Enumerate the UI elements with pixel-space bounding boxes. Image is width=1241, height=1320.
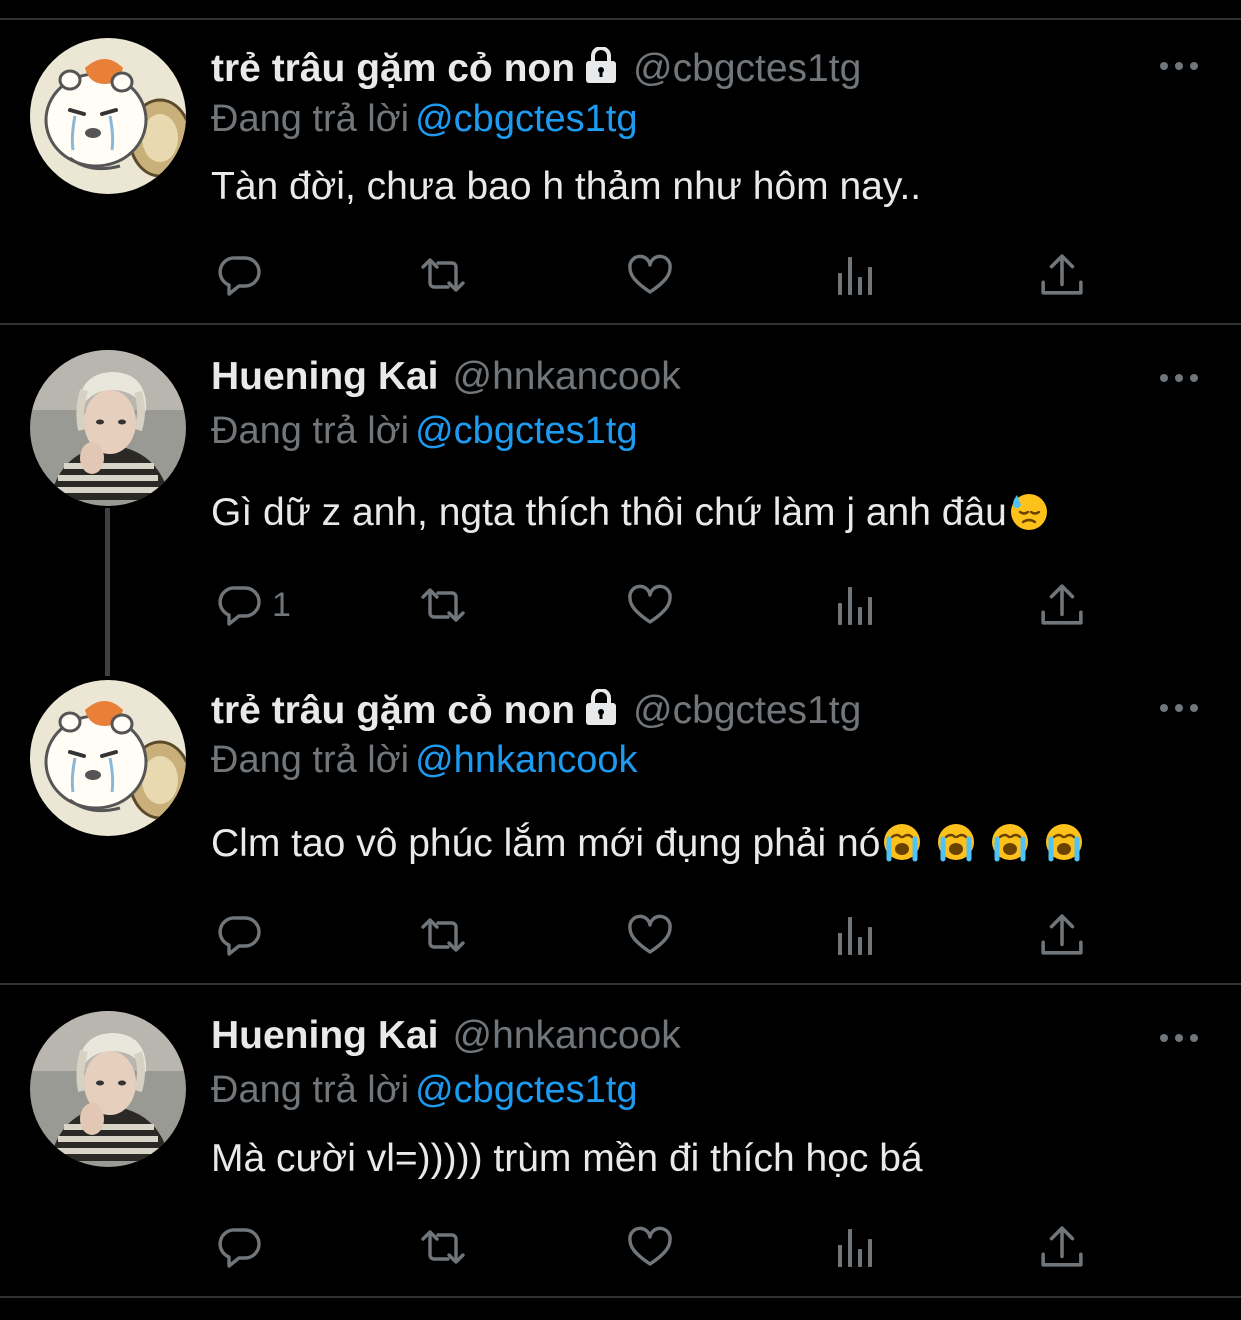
retweet-icon[interactable] [416,578,470,632]
tweet-text-content: Clm tao vô phúc lắm mới đụng phải nó [211,822,881,865]
replying-to: Đang trả lời @cbgctes1tg [211,406,637,456]
user-handle[interactable]: @hnkancook [453,355,681,398]
tweet-text: Tàn đời, chưa bao h thảm như hôm nay.. [211,162,921,212]
tweet-text-content: Mà cười vl=))))) trùm mền đi thích học b… [211,1137,923,1180]
person-photo-avatar[interactable] [30,350,186,506]
tweet-3[interactable]: trẻ trâu gặm cỏ non @cbgctes1tg Đang trả … [0,655,1241,982]
loudly-crying-emoji [990,822,1030,875]
views-icon[interactable] [836,248,876,302]
retweet-icon[interactable] [416,1220,470,1274]
replying-label: Đang trả lời [211,410,410,452]
replying-to: Đang trả lời @hnkancook [211,735,638,785]
tweet-header: trẻ trâu gặm cỏ non @cbgctes1tg [211,686,861,736]
more-options-icon[interactable] [1156,1028,1202,1048]
tweet-actions [0,1220,1241,1274]
reply-icon[interactable] [214,1220,272,1274]
person-photo-avatar[interactable] [30,1011,186,1167]
hamster-avatar[interactable] [30,680,186,836]
tweet-text: Mà cười vl=))))) trùm mền đi thích học b… [211,1134,923,1184]
more-options-icon[interactable] [1156,368,1202,388]
reply-mention-link[interactable]: @cbgctes1tg [415,1069,637,1111]
reply-count: 1 [272,586,291,624]
more-options-icon[interactable] [1156,56,1202,76]
share-icon[interactable] [1040,908,1084,962]
replying-label: Đang trả lời [211,739,410,781]
loudly-crying-emoji [882,822,922,875]
tweet-header: Huening Kai @hnkancook [211,352,681,402]
views-icon[interactable] [836,578,876,632]
tweet-actions [0,248,1241,302]
downcast-sweat-emoji [1009,491,1049,544]
display-name[interactable]: Huening Kai [211,1014,439,1057]
loudly-crying-emoji [936,822,976,875]
hamster-avatar[interactable] [30,38,186,194]
display-name[interactable]: trẻ trâu gặm cỏ non [211,47,575,90]
share-icon[interactable] [1040,1220,1084,1274]
share-icon[interactable] [1040,248,1084,302]
replying-to: Đang trả lời @cbgctes1tg [211,1065,637,1115]
reply-icon[interactable]: 1 [214,578,291,632]
views-icon[interactable] [836,1220,876,1274]
replying-to: Đang trả lời @cbgctes1tg [211,94,637,144]
bottom-divider [0,1296,1241,1298]
tweet-text-content: Tàn đời, chưa bao h thảm như hôm nay.. [211,165,922,208]
reply-mention-link[interactable]: @cbgctes1tg [415,410,637,452]
user-handle[interactable]: @hnkancook [453,1014,681,1057]
replying-label: Đang trả lời [211,98,410,140]
views-icon[interactable] [836,908,876,962]
tweet-header: trẻ trâu gặm cỏ non @cbgctes1tg [211,44,861,94]
tweet-4[interactable]: Huening Kai @hnkancook Đang trả lời @cbgct… [0,985,1241,1295]
retweet-icon[interactable] [416,908,470,962]
user-handle[interactable]: @cbgctes1tg [633,47,861,90]
reply-icon[interactable] [214,248,272,302]
tweet-1[interactable]: trẻ trâu gặm cỏ non @cbgctes1tg Đang trả … [0,0,1241,323]
lock-icon [583,46,619,98]
tweet-actions: 1 [0,578,1241,632]
reply-icon[interactable] [214,908,272,962]
tweet-actions [0,908,1241,962]
user-handle[interactable]: @cbgctes1tg [633,689,861,732]
tweet-header: Huening Kai @hnkancook [211,1011,681,1061]
reply-mention-link[interactable]: @cbgctes1tg [415,98,637,140]
tweet-text-content: Gì dữ z anh, ngta thích thôi chứ làm j a… [211,491,1007,534]
reply-mention-link[interactable]: @hnkancook [415,739,637,781]
like-icon[interactable] [626,908,674,962]
tweet-text: Gì dữ z anh, ngta thích thôi chứ làm j a… [211,488,1049,544]
loudly-crying-emoji [1044,822,1084,875]
like-icon[interactable] [626,1220,674,1274]
replying-label: Đang trả lời [211,1069,410,1111]
like-icon[interactable] [626,248,674,302]
retweet-icon[interactable] [416,248,470,302]
display-name[interactable]: trẻ trâu gặm cỏ non [211,689,575,732]
tweet-2[interactable]: Huening Kai @hnkancook Đang trả lời @cbgct… [0,325,1241,655]
tweet-text: Clm tao vô phúc lắm mới đụng phải nó [211,819,1084,875]
share-icon[interactable] [1040,578,1084,632]
more-options-icon[interactable] [1156,698,1202,718]
display-name[interactable]: Huening Kai [211,355,439,398]
lock-icon [583,688,619,740]
like-icon[interactable] [626,578,674,632]
